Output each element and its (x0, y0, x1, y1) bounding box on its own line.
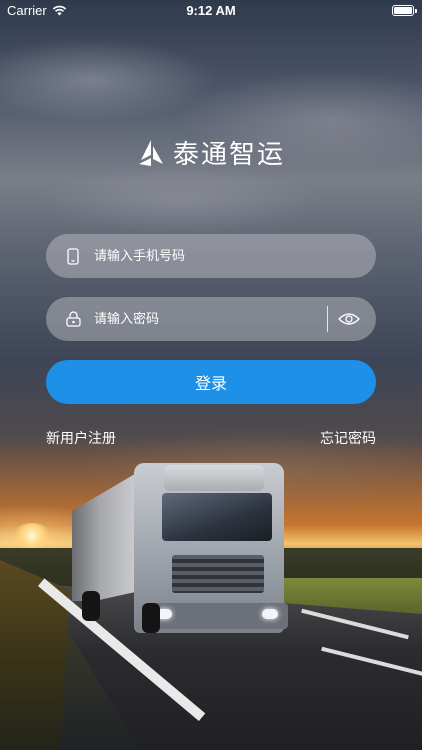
password-input[interactable] (92, 310, 327, 328)
logo-mark-icon (138, 139, 163, 166)
truck-image (72, 463, 288, 643)
app-name: 泰通智运 (172, 140, 285, 170)
login-screen: Carrier 9:12 AM 泰通智运 请输入手机号码 登录 新用户注册 忘记… (0, 0, 422, 750)
roadside-grass (0, 560, 70, 750)
lock-icon (64, 310, 82, 328)
register-link[interactable]: 新用户注册 (46, 428, 116, 448)
phone-input[interactable] (92, 247, 376, 265)
status-time: 9:12 AM (186, 3, 236, 18)
eye-icon[interactable] (338, 308, 360, 330)
battery-icon (392, 5, 417, 16)
field-divider (327, 306, 328, 332)
app-logo: 泰通智运 (0, 134, 422, 171)
login-button[interactable]: 登录 (46, 360, 376, 404)
sun (12, 523, 52, 549)
phone-icon (64, 247, 82, 265)
status-bar: Carrier 9:12 AM (0, 0, 422, 22)
forgot-password-link[interactable]: 忘记密码 (320, 428, 376, 448)
password-field[interactable] (46, 297, 376, 341)
phone-field[interactable] (46, 234, 376, 278)
